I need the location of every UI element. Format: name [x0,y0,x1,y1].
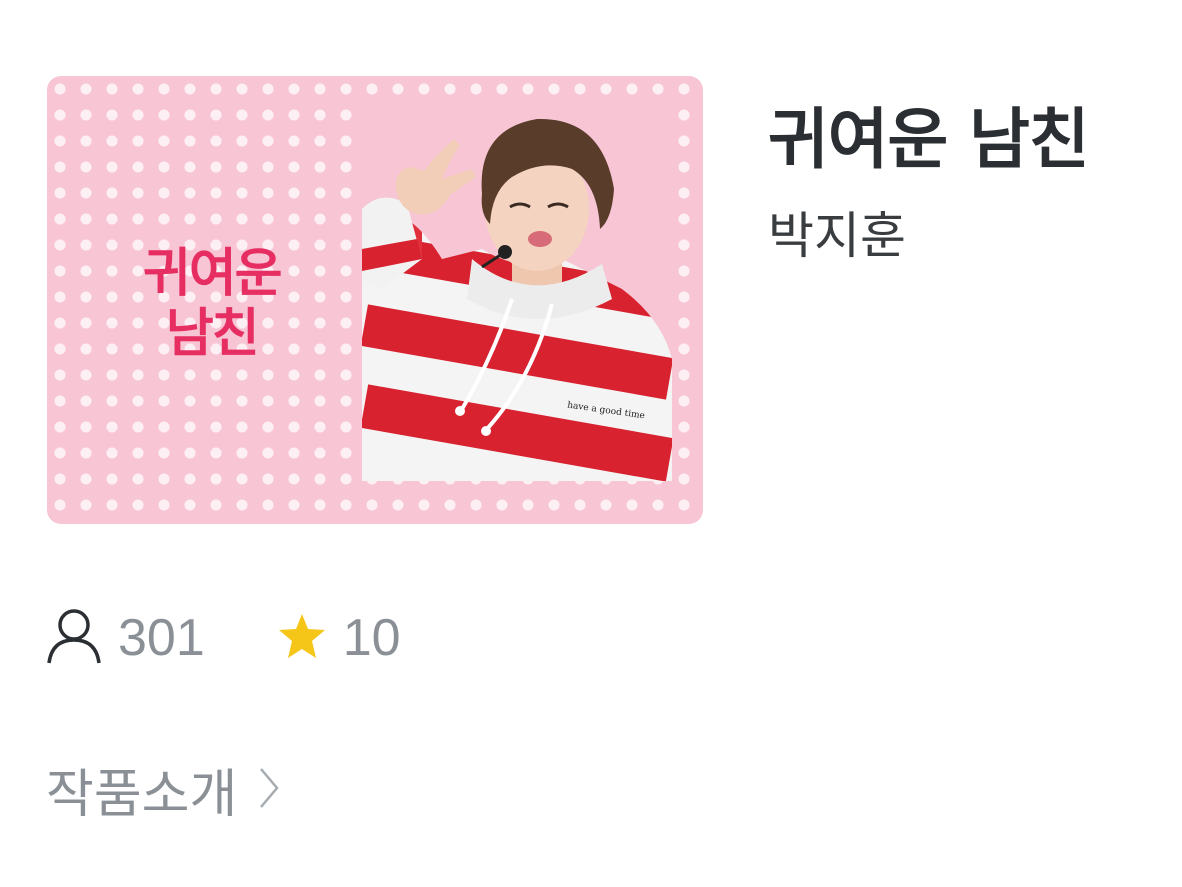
chevron-right-icon [257,763,281,817]
person-illustration: have a good time [362,118,672,481]
cover-title-line2: 남친 [165,304,260,364]
cover-title: 귀여운 남친 [143,244,283,364]
star-icon [277,612,327,664]
intro-link[interactable]: 작품소개 [46,752,281,827]
rating-value: 10 [342,609,401,667]
person-icon [46,607,102,669]
author-name[interactable]: 박지훈 [768,196,906,268]
cover-title-line1: 귀여운 [143,244,283,304]
product-title: 귀여운 남친 [768,101,1090,178]
users-count: 301 [118,609,205,667]
sticker-cover-image[interactable]: 귀여운 남친 have a good time [47,76,703,524]
users-stat: 301 [46,607,205,669]
cover-photo: have a good time [362,99,672,481]
stats-row: 301 10 [46,606,401,670]
rating-stat: 10 [277,608,401,668]
intro-label: 작품소개 [46,765,238,825]
